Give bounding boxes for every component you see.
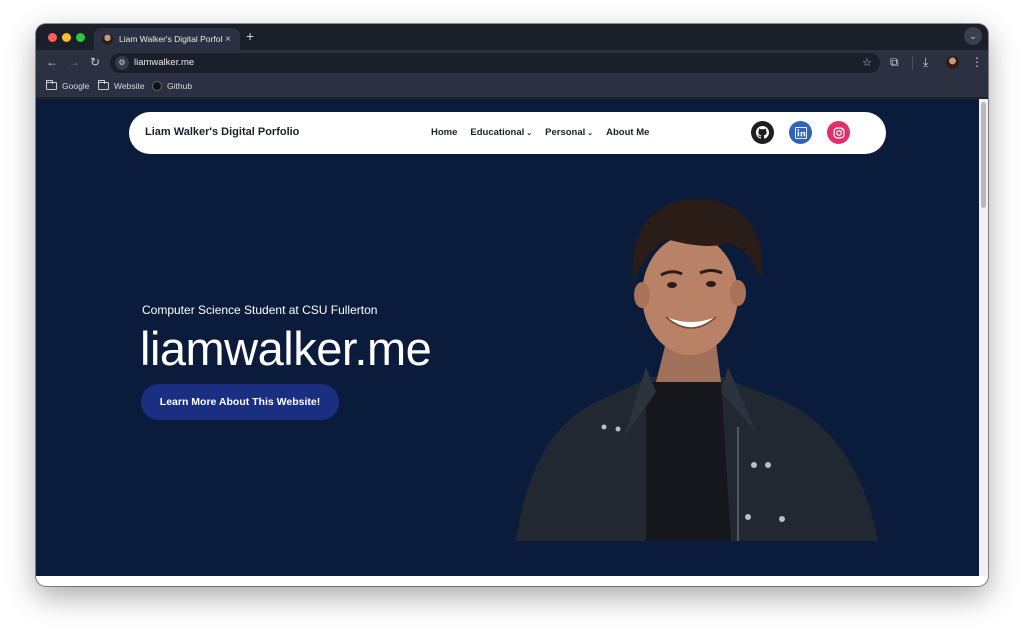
reload-icon[interactable]: ↻ <box>90 55 100 69</box>
favicon-icon <box>102 33 113 45</box>
site-info-icon[interactable]: ⚙ <box>115 56 129 70</box>
nav-home[interactable]: Home <box>431 127 457 138</box>
toolbar-divider <box>912 56 913 70</box>
close-window-button[interactable] <box>48 33 57 42</box>
portrait-photo <box>516 198 878 541</box>
learn-more-button[interactable]: Learn More About This Website! <box>141 384 339 420</box>
site-navbar: Liam Walker's Digital Porfolio Home Educ… <box>129 112 886 154</box>
bookmarks-bar: Google Website Github <box>36 76 988 98</box>
nav-educational[interactable]: Educational ⌄ <box>470 127 532 138</box>
extensions-icon[interactable]: ⧉ <box>890 55 899 69</box>
tab-search-button[interactable]: ⌄ <box>964 27 982 45</box>
bookmark-label: Github <box>167 81 193 91</box>
bookmark-star-icon[interactable]: ☆ <box>862 56 872 69</box>
webpage: Liam Walker's Digital Porfolio Home Educ… <box>36 99 988 576</box>
url-text: liamwalker.me <box>134 57 195 68</box>
github-icon <box>152 81 162 91</box>
bookmark-github[interactable]: Github <box>152 81 192 91</box>
maximize-window-button[interactable] <box>76 33 85 42</box>
folder-icon <box>46 80 57 90</box>
tab-title: Liam Walker's Digital Porfolio <box>119 34 223 44</box>
folder-icon <box>98 80 109 90</box>
site-brand[interactable]: Liam Walker's Digital Porfolio <box>145 126 299 138</box>
browser-window: Liam Walker's Digital Porfolio × + ⌄ ← →… <box>36 24 988 586</box>
github-icon[interactable] <box>751 121 774 144</box>
forward-arrow-icon[interactable]: → <box>68 55 80 69</box>
bookmark-website[interactable]: Website <box>98 80 145 91</box>
bookmark-label: Google <box>62 81 90 91</box>
minimize-window-button[interactable] <box>62 33 71 42</box>
hero-subtitle: Computer Science Student at CSU Fullerto… <box>142 303 378 317</box>
linkedin-icon[interactable] <box>789 121 812 144</box>
back-arrow-icon[interactable]: ← <box>46 55 58 69</box>
hero-title: liamwalker.me <box>140 322 432 375</box>
page-bottom-strip <box>36 576 988 586</box>
download-icon[interactable]: ⤓ <box>923 55 928 69</box>
tab-strip: Liam Walker's Digital Porfolio × + ⌄ <box>36 24 988 50</box>
chevron-down-icon: ⌄ <box>587 130 594 137</box>
scrollbar-thumb[interactable] <box>981 102 986 208</box>
page-scrollbar[interactable] <box>979 99 988 576</box>
new-tab-button[interactable]: + <box>246 29 254 43</box>
toolbar: ← → ↻ ⚙ liamwalker.me ☆ ⧉ ⤓ ⋮ <box>36 50 988 76</box>
nav-personal[interactable]: Personal ⌄ <box>545 127 593 138</box>
more-menu-icon[interactable]: ⋮ <box>971 55 983 69</box>
tab-active[interactable]: Liam Walker's Digital Porfolio × <box>94 28 240 50</box>
chevron-down-icon: ⌄ <box>526 130 533 137</box>
bookmark-label: Website <box>114 81 145 91</box>
bookmark-google[interactable]: Google <box>46 80 90 91</box>
nav-links: Home Educational ⌄ Personal ⌄ About Me <box>431 127 649 138</box>
address-bar[interactable]: ⚙ liamwalker.me ☆ <box>110 53 880 73</box>
nav-about-me[interactable]: About Me <box>606 127 649 138</box>
tab-close-icon[interactable]: × <box>225 34 231 45</box>
instagram-icon[interactable] <box>827 121 850 144</box>
profile-avatar[interactable] <box>946 56 959 69</box>
